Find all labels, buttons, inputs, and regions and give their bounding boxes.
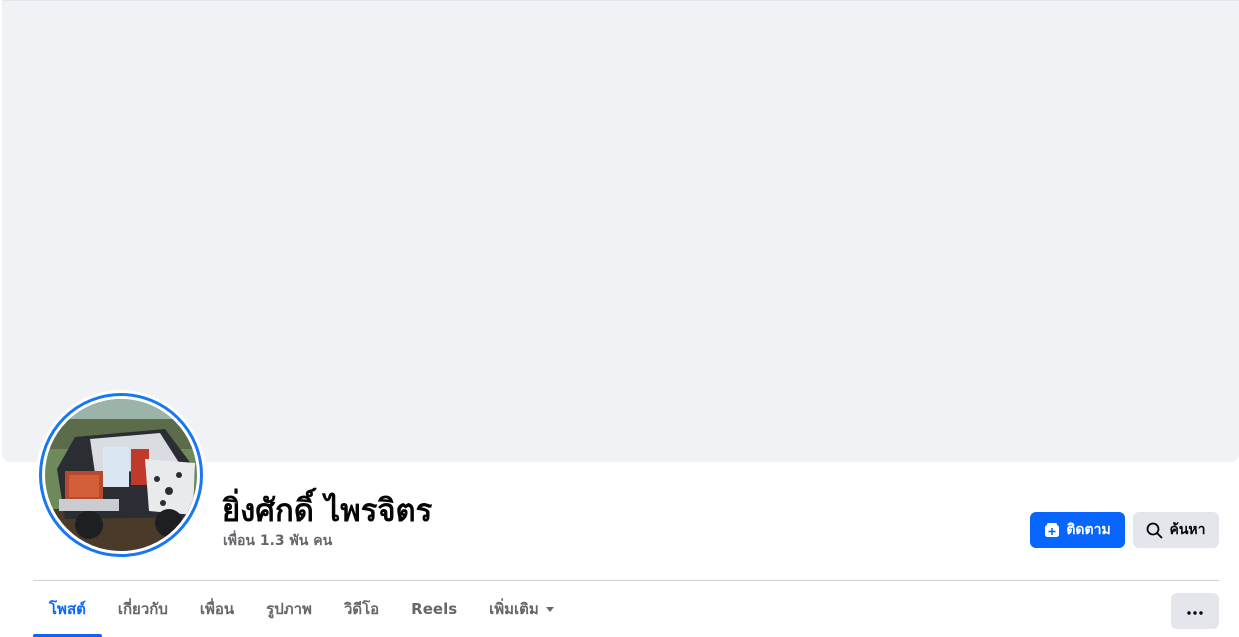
follow-button[interactable]: ติดตาม xyxy=(1030,512,1125,548)
search-button[interactable]: ค้นหา xyxy=(1133,512,1219,548)
profile-page: ยิ่งศักดิ์ ไพรจิตร เพื่อน 1.3 พัน คน ติด… xyxy=(0,0,1239,637)
tab-about[interactable]: เกี่ยวกับ xyxy=(102,581,184,637)
more-options-button[interactable] xyxy=(1171,593,1219,629)
tab-label: เพื่อน xyxy=(199,600,235,618)
profile-name: ยิ่งศักดิ์ ไพรจิตร xyxy=(222,493,433,529)
tab-label: เกี่ยวกับ xyxy=(117,600,168,618)
tab-label: เพิ่มเติม xyxy=(489,600,539,618)
friends-count[interactable]: เพื่อน 1.3 พัน คน xyxy=(223,530,332,552)
cover-photo[interactable] xyxy=(2,0,1239,462)
follow-icon xyxy=(1044,522,1060,538)
caret-down-icon xyxy=(545,604,555,614)
avatar[interactable] xyxy=(39,393,203,557)
tab-photos[interactable]: รูปภาพ xyxy=(250,581,328,637)
tab-label: วิดีโอ xyxy=(343,600,380,618)
tab-posts[interactable]: โพสต์ xyxy=(33,581,102,637)
avatar-photo xyxy=(45,399,197,551)
tab-reels[interactable]: Reels xyxy=(395,581,473,637)
tab-label: รูปภาพ xyxy=(266,600,312,618)
profile-tabs: โพสต์ เกี่ยวกับ เพื่อน รูปภาพ วิดีโอ Ree… xyxy=(33,581,571,637)
tab-friends[interactable]: เพื่อน xyxy=(184,581,250,637)
search-button-label: ค้นหา xyxy=(1169,522,1206,538)
tab-label: Reels xyxy=(411,600,458,618)
search-icon xyxy=(1146,522,1163,539)
tab-label: โพสต์ xyxy=(49,600,86,618)
avatar-container xyxy=(36,390,206,560)
tab-videos[interactable]: วิดีโอ xyxy=(328,581,395,637)
ellipsis-icon xyxy=(1187,603,1203,619)
follow-button-label: ติดตาม xyxy=(1066,522,1111,538)
tab-more[interactable]: เพิ่มเติม xyxy=(473,581,571,637)
